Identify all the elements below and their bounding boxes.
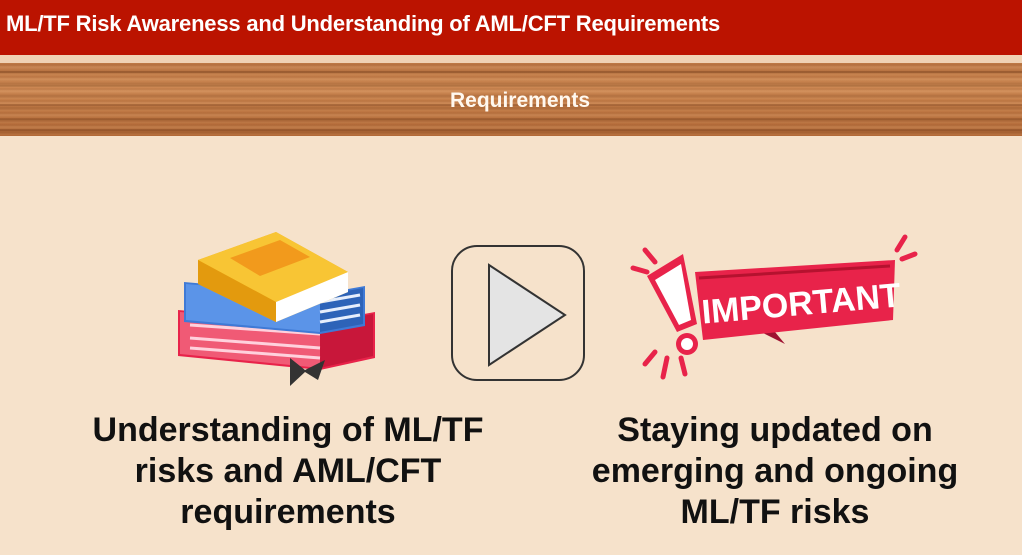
book-stack-icon — [170, 230, 380, 400]
left-caption: Understanding of ML/TF risks and AML/CFT… — [92, 411, 484, 531]
title-bar: ML/TF Risk Awareness and Understanding o… — [0, 0, 1022, 55]
play-icon — [488, 263, 567, 367]
slide-title: ML/TF Risk Awareness and Understanding o… — [6, 11, 721, 36]
section-heading: Requirements — [449, 89, 591, 112]
title-divider — [0, 55, 1022, 63]
right-caption: Staying updated on emerging and ongoing … — [591, 411, 959, 531]
section-banner: Requirements — [0, 63, 1022, 136]
play-button[interactable] — [451, 245, 585, 381]
important-badge-icon: IMPORTANT — [625, 232, 920, 392]
